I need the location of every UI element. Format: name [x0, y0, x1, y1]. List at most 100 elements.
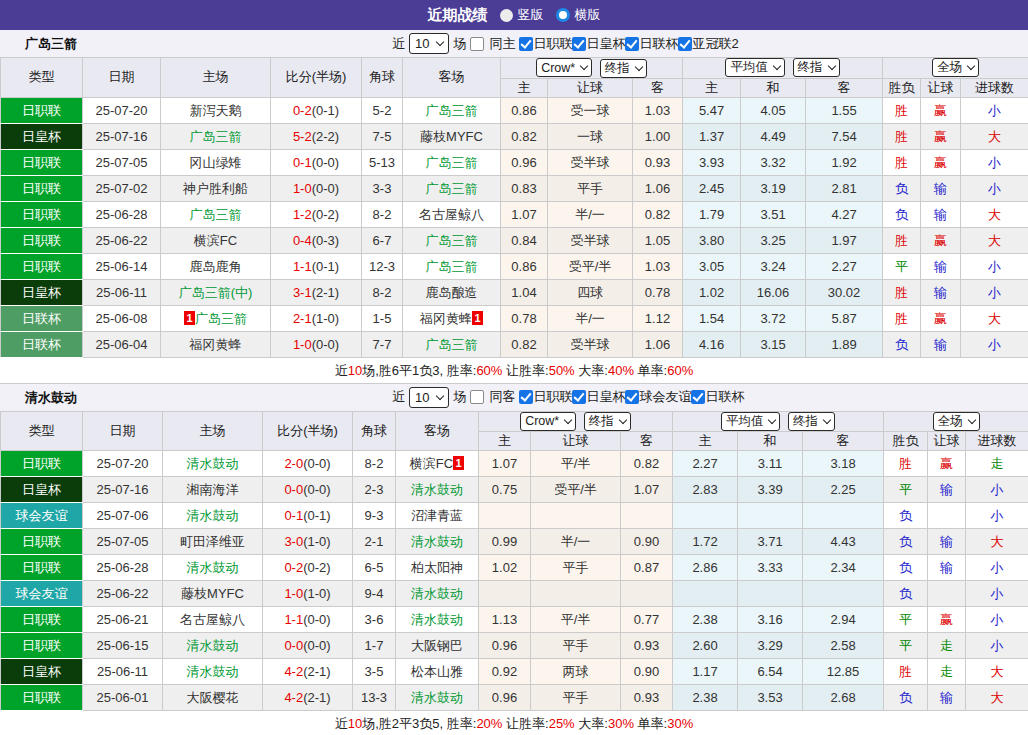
avg-away-odds: 3.18: [803, 451, 884, 477]
league-checkbox[interactable]: [519, 390, 533, 404]
team-name-text[interactable]: 湘南海洋: [187, 482, 239, 497]
team-name-text[interactable]: 广岛三箭: [426, 337, 478, 352]
team-name-text[interactable]: 清水鼓动: [187, 508, 239, 523]
team-name-text[interactable]: 沼津青蓝: [411, 508, 463, 523]
team-name-text[interactable]: 福冈黄蜂: [190, 337, 242, 352]
away-team: 大阪钢巴: [396, 633, 479, 659]
corner-score: 2-3: [353, 477, 396, 503]
avg-draw-odds: 16.06: [741, 279, 806, 305]
recent-count-select[interactable]: 10: [409, 387, 449, 408]
avg-odds-select[interactable]: 平均值: [725, 58, 785, 77]
team-name-text[interactable]: 广岛三箭: [426, 259, 478, 274]
radio-vertical-icon[interactable]: [500, 9, 513, 22]
team-name-text[interactable]: 横滨FC: [194, 233, 237, 248]
team-name-text[interactable]: 清水鼓动: [411, 482, 463, 497]
team-name-text[interactable]: 广岛三箭: [426, 103, 478, 118]
team-name-text[interactable]: 大阪樱花: [187, 690, 239, 705]
team-name-text[interactable]: 柏太阳神: [411, 560, 463, 575]
corner-score: 9-3: [353, 503, 396, 529]
team1-filter-controls: 近 10 场 同主 日职联日皇杯日联杯亚冠联2: [388, 30, 739, 57]
team-name-text[interactable]: 藤枝MYFC: [181, 586, 244, 601]
team-name-text[interactable]: 清水鼓动: [411, 612, 463, 627]
team-name-text[interactable]: 广岛三箭: [426, 155, 478, 170]
team-name-text[interactable]: 广岛三箭(中): [179, 285, 253, 300]
team-name-text[interactable]: 名古屋鲸八: [419, 207, 484, 222]
team-name-text[interactable]: 广岛三箭: [195, 311, 247, 326]
avg-away-odds: 2.34: [803, 555, 884, 581]
team-name-text[interactable]: 清水鼓动: [187, 560, 239, 575]
crow-home-odds: 1.04: [501, 279, 548, 305]
result-goals: 小: [966, 581, 1028, 607]
league-checkbox[interactable]: [572, 390, 586, 404]
avg-final-select[interactable]: 终指: [788, 412, 835, 431]
team-name-text[interactable]: 清水鼓动: [187, 638, 239, 653]
crow-home-odds: 0.96: [479, 685, 531, 711]
team-name-text[interactable]: 清水鼓动: [411, 534, 463, 549]
handicap: 平/半: [531, 607, 621, 633]
radio-horizontal[interactable]: 横版: [556, 6, 601, 24]
team-name-text[interactable]: 广岛三箭: [190, 207, 242, 222]
team-name-text[interactable]: 町田泽维亚: [180, 534, 245, 549]
match-date: 25-06-14: [83, 253, 161, 279]
crow-odds-select[interactable]: Crow*: [520, 412, 576, 431]
avg-final-select[interactable]: 终指: [793, 58, 840, 77]
home-team: 广岛三箭(中): [161, 279, 271, 305]
radio-vertical[interactable]: 竖版: [500, 6, 544, 24]
final-odds-select[interactable]: 终指: [600, 59, 647, 78]
team-name-text[interactable]: 大阪钢巴: [411, 638, 463, 653]
league-checkbox[interactable]: [625, 390, 639, 404]
team-name-text[interactable]: 横滨FC: [410, 456, 453, 471]
final-odds-select[interactable]: 终指: [584, 412, 631, 431]
radio-horizontal-icon[interactable]: [556, 8, 570, 22]
result-outcome: 胜: [883, 97, 921, 123]
fulltime-select[interactable]: 全场: [933, 412, 980, 431]
team-name-text[interactable]: 清水鼓动: [187, 456, 239, 471]
col-score: 比分(半场): [263, 411, 353, 451]
league-checkbox[interactable]: [678, 37, 692, 51]
home-team: 福冈黄蜂: [161, 331, 271, 357]
league-checkbox[interactable]: [625, 37, 639, 51]
score: 0-2(0-2): [263, 555, 353, 581]
result-handicap: 输: [928, 529, 966, 555]
league-checkbox[interactable]: [572, 37, 586, 51]
team-name-text[interactable]: 福冈黄蜂: [420, 311, 472, 326]
team-name-text[interactable]: 清水鼓动: [187, 664, 239, 679]
same-away-checkbox[interactable]: [470, 390, 484, 404]
crow-odds-select[interactable]: Crow*: [536, 58, 592, 77]
fulltime-select[interactable]: 全场: [932, 58, 979, 77]
handicap: 受平/半: [548, 253, 633, 279]
league-type: 日职联: [1, 175, 83, 201]
league-checkbox[interactable]: [519, 37, 533, 51]
team-name-text[interactable]: 广岛三箭: [426, 233, 478, 248]
team-name-text[interactable]: 广岛三箭: [426, 181, 478, 196]
top-header: 近期战绩 竖版 横版: [0, 0, 1028, 30]
chevron-down-icon: [619, 416, 627, 424]
team-name-text[interactable]: 名古屋鲸八: [180, 612, 245, 627]
league-checkbox[interactable]: [691, 390, 705, 404]
league-type: 日职联: [1, 685, 83, 711]
team-name-text[interactable]: 松本山雅: [411, 664, 463, 679]
red-badge: 1: [453, 456, 464, 470]
home-team: 藤枝MYFC: [163, 581, 263, 607]
team-name-text[interactable]: 冈山绿雉: [190, 155, 242, 170]
result-goals: 小: [966, 555, 1028, 581]
team2-filter-controls: 近 10 场 同客 日职联日皇杯球会友谊日联杯: [388, 384, 744, 411]
team-name-text[interactable]: 清水鼓动: [411, 690, 463, 705]
result-outcome: 负: [884, 503, 928, 529]
avg-odds-select[interactable]: 平均值: [721, 412, 781, 431]
team-name-text[interactable]: 广岛三箭: [190, 129, 242, 144]
team-name-text[interactable]: 清水鼓动: [411, 586, 463, 601]
team-name-text[interactable]: 神户胜利船: [183, 181, 248, 196]
avg-home-odds: 3.93: [683, 149, 741, 175]
crow-home-odds: 0.83: [501, 175, 548, 201]
team1-summary: 近10场,胜6平1负3, 胜率:60% 让胜率:50% 大率:40% 单率:60…: [0, 358, 1028, 384]
recent-count-select[interactable]: 10: [409, 33, 449, 54]
subcol-away: 客: [803, 432, 884, 451]
team-name-text[interactable]: 鹿岛鹿角: [190, 259, 242, 274]
team-name-text[interactable]: 鹿岛酿造: [426, 285, 478, 300]
away-team: 清水鼓动: [396, 607, 479, 633]
league-checkbox-label: 球会友谊: [639, 388, 691, 406]
team-name-text[interactable]: 藤枝MYFC: [420, 129, 483, 144]
team-name-text[interactable]: 新泻天鹅: [190, 103, 242, 118]
same-home-checkbox[interactable]: [470, 37, 484, 51]
